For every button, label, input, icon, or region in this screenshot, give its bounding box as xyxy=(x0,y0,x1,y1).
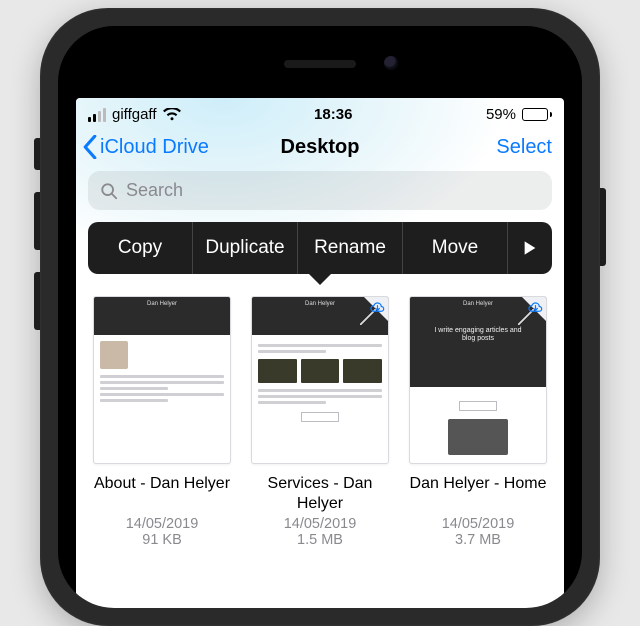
file-item[interactable]: Dan Helyer Services - Dan Helyer 14/05/2… xyxy=(250,296,390,548)
context-copy[interactable]: Copy xyxy=(88,222,192,274)
file-name: Dan Helyer - Home xyxy=(408,474,548,514)
mute-switch xyxy=(34,138,40,170)
cloud-download-badge xyxy=(518,297,546,325)
file-name: Services - Dan Helyer xyxy=(250,474,390,514)
file-date: 14/05/2019 xyxy=(408,516,548,532)
context-duplicate[interactable]: Duplicate xyxy=(193,222,297,274)
screen: giffgaff 18:36 59% iCloud Drive xyxy=(76,98,564,608)
files-grid: Dan Helyer About - Dan Helyer 14/05/2019… xyxy=(76,274,564,548)
search-input[interactable] xyxy=(126,180,540,201)
context-caret xyxy=(309,274,331,285)
carrier-label: giffgaff xyxy=(112,106,157,123)
select-button[interactable]: Select xyxy=(496,136,552,159)
file-thumbnail: Dan Helyer xyxy=(93,296,231,464)
wifi-icon xyxy=(163,108,181,122)
file-size: 3.7 MB xyxy=(408,532,548,548)
power-button xyxy=(600,188,606,266)
context-more[interactable] xyxy=(508,222,552,274)
cloud-download-icon xyxy=(526,298,545,317)
phone-side-buttons-left xyxy=(34,138,40,330)
search-icon xyxy=(100,182,118,200)
file-date: 14/05/2019 xyxy=(92,516,232,532)
back-button[interactable]: iCloud Drive xyxy=(82,135,209,159)
search-bar[interactable] xyxy=(88,171,552,210)
context-rename[interactable]: Rename xyxy=(298,222,402,274)
battery-icon xyxy=(522,108,552,121)
chevron-left-icon xyxy=(82,135,98,159)
cell-signal-icon xyxy=(88,108,106,122)
status-bar: giffgaff 18:36 59% xyxy=(76,98,564,127)
clock: 18:36 xyxy=(314,106,352,123)
triangle-right-icon xyxy=(523,240,537,256)
context-move[interactable]: Move xyxy=(403,222,507,274)
file-item[interactable]: Dan Helyer About - Dan Helyer 14/05/2019… xyxy=(92,296,232,548)
cloud-download-badge xyxy=(360,297,388,325)
file-size: 1.5 MB xyxy=(250,532,390,548)
phone-frame: giffgaff 18:36 59% iCloud Drive xyxy=(40,8,600,626)
volume-up xyxy=(34,192,40,250)
back-label: iCloud Drive xyxy=(100,136,209,159)
file-thumbnail: Dan Helyer xyxy=(251,296,389,464)
cloud-download-icon xyxy=(368,298,387,317)
battery-percent: 59% xyxy=(486,106,516,123)
earpiece xyxy=(284,60,356,68)
file-size: 91 KB xyxy=(92,532,232,548)
navigation-bar: iCloud Drive Desktop Select xyxy=(76,127,564,169)
file-item[interactable]: Dan Helyer I write engaging articles and… xyxy=(408,296,548,548)
phone-bezel: giffgaff 18:36 59% iCloud Drive xyxy=(58,26,582,608)
volume-down xyxy=(34,272,40,330)
file-name: About - Dan Helyer xyxy=(92,474,232,514)
context-menu: Copy Duplicate Rename Move xyxy=(76,222,564,274)
file-date: 14/05/2019 xyxy=(250,516,390,532)
front-camera xyxy=(384,56,398,70)
file-thumbnail: Dan Helyer I write engaging articles and… xyxy=(409,296,547,464)
